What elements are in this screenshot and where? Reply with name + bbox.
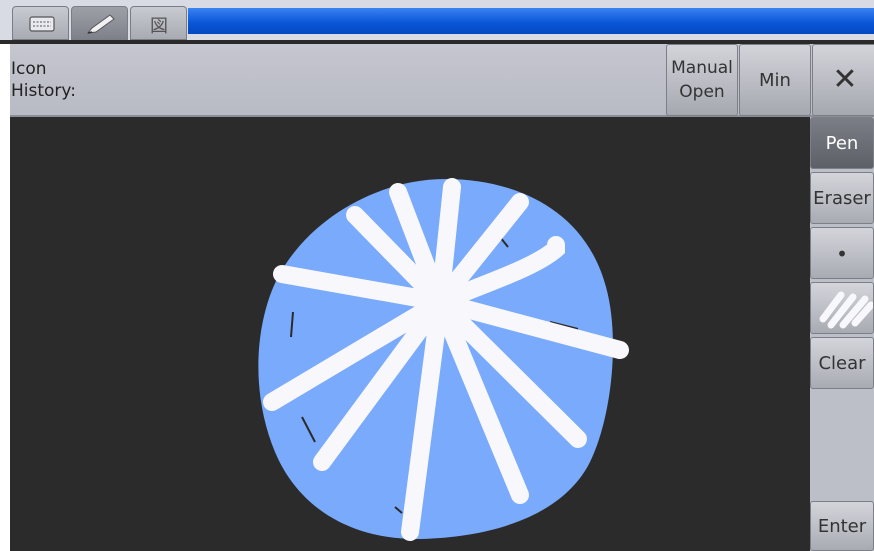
title-bar[interactable] — [188, 8, 874, 34]
header-bar: Icon History: Manual Open Min ✕ — [10, 44, 874, 117]
close-icon: ✕ — [832, 62, 858, 97]
stroke-center — [418, 280, 462, 324]
tab-strip: 図 — [0, 0, 874, 44]
small-brush-button[interactable]: • — [810, 227, 874, 279]
enter-button[interactable]: Enter — [810, 501, 874, 551]
handwriting-drawing — [258, 178, 629, 541]
tab-character[interactable]: 図 — [130, 6, 187, 40]
keyboard-icon — [29, 16, 55, 32]
icon-history-label: Icon History: — [11, 59, 76, 101]
large-brush-button[interactable] — [810, 282, 874, 334]
hanzi-character-icon: 図 — [150, 16, 168, 37]
pen-tool-button[interactable]: Pen — [810, 117, 874, 169]
character-glyph: 図 — [150, 16, 168, 37]
tool-sidebar: Pen Eraser • Clear Enter — [810, 117, 874, 551]
left-edge — [0, 44, 10, 551]
small-dot-icon: • — [836, 242, 848, 266]
tab-handwriting[interactable] — [71, 6, 128, 40]
tab-keyboard[interactable] — [12, 6, 69, 40]
eraser-tool-button[interactable]: Eraser — [810, 172, 874, 224]
drawing-canvas[interactable] — [10, 117, 810, 551]
clear-button[interactable]: Clear — [810, 337, 874, 389]
minimize-button[interactable]: Min — [739, 44, 811, 116]
handwriting-input-window: 図 Icon History: Manual Open Min ✕ Pen Er… — [0, 0, 874, 551]
close-button[interactable]: ✕ — [812, 44, 874, 116]
large-brush-icon — [819, 291, 873, 329]
manual-open-button[interactable]: Manual Open — [666, 44, 738, 116]
pencil-icon — [86, 14, 115, 34]
